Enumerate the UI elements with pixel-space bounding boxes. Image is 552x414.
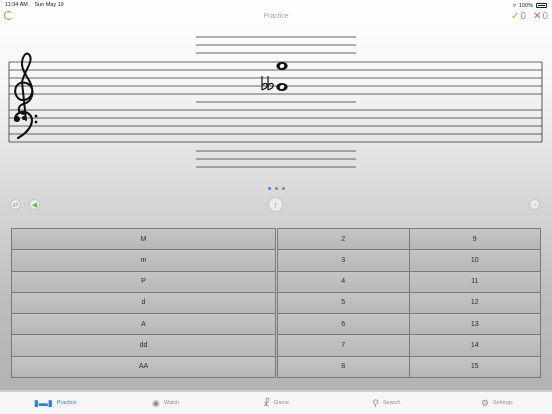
quality-button[interactable]: AA <box>12 356 275 377</box>
tab-label: Game <box>274 400 290 406</box>
upper-whole-note-icon <box>276 62 288 70</box>
wrong-score: ✕ 0 <box>533 11 548 22</box>
tab-label: Watch <box>163 400 180 406</box>
cross-icon: ✕ <box>533 11 542 22</box>
number-button[interactable]: 12 <box>409 292 540 314</box>
page-dot-2[interactable] <box>275 187 278 190</box>
control-row: ⇄ ◀ ↑ → <box>0 197 552 212</box>
page-dot-3[interactable] <box>282 187 285 190</box>
shuffle-button[interactable]: ⇄ <box>10 199 21 210</box>
tab-search[interactable]: ⚲ Search <box>331 392 441 414</box>
quality-button[interactable]: dd <box>12 335 275 356</box>
number-button[interactable]: 4 <box>278 271 409 292</box>
number-button[interactable]: 2 <box>278 229 409 250</box>
correct-count: 0 <box>520 11 526 22</box>
number-button[interactable]: 15 <box>409 356 540 377</box>
next-button[interactable]: → <box>529 199 540 210</box>
tab-label: Search <box>383 400 401 406</box>
quality-button[interactable]: A <box>12 314 275 335</box>
gear-icon: ⚙ <box>480 397 489 408</box>
number-button[interactable]: 5 <box>278 292 409 314</box>
status-date: Sun May 19 <box>34 2 64 8</box>
number-button[interactable]: 10 <box>409 250 540 271</box>
speaker-button[interactable]: ◀ <box>29 199 40 210</box>
tab-game[interactable]: ☧ Game <box>221 392 331 414</box>
interval-quality-grid: M m P d A dd AA <box>11 228 276 378</box>
number-button[interactable]: 14 <box>409 335 540 356</box>
status-left: 11:34 AM Sun May 19 <box>5 2 69 8</box>
search-icon: ⚲ <box>372 397 379 408</box>
status-bar: 11:34 AM Sun May 19 ▿ 100% <box>0 0 552 10</box>
tab-settings[interactable]: ⚙ Settings <box>442 392 552 414</box>
page-dot-1[interactable] <box>268 187 271 190</box>
up-button[interactable]: ↑ <box>268 197 283 212</box>
checkmark-icon: ✓ <box>511 11 520 22</box>
number-button[interactable]: 13 <box>409 314 540 335</box>
lower-ledger-lines <box>196 150 356 168</box>
tab-bar: ▮▬▮ Practice ◉ Watch ☧ Game ⚲ Search ⚙ S… <box>0 391 552 414</box>
quality-button[interactable]: m <box>12 250 275 271</box>
number-button[interactable]: 6 <box>278 314 409 335</box>
arrow-right-icon: → <box>531 201 538 208</box>
upper-ledger-lines <box>196 36 356 54</box>
lower-whole-note-icon <box>276 83 288 91</box>
page-title: Practice <box>263 13 289 20</box>
treble-staff-lines <box>9 61 542 95</box>
arrow-up-icon: ↑ <box>273 199 278 210</box>
eye-icon: ◉ <box>151 397 160 408</box>
tab-watch[interactable]: ◉ Watch <box>110 392 220 414</box>
quality-button[interactable]: M <box>12 229 275 250</box>
quality-button[interactable]: P <box>12 271 275 292</box>
tab-label: Settings <box>492 400 513 406</box>
trophy-icon: ☧ <box>262 397 271 408</box>
status-time: 11:34 AM <box>5 2 28 8</box>
correct-score: ✓ 0 <box>511 11 526 22</box>
status-right: ▿ 100% <box>513 2 547 9</box>
wrong-count: 0 <box>542 11 548 22</box>
number-button[interactable]: 9 <box>409 229 540 250</box>
interval-number-grid: 2 9 3 10 4 11 5 12 6 13 7 14 8 15 <box>277 228 541 378</box>
top-bar: Practice ✓ 0 ✕ 0 <box>0 10 552 26</box>
number-button[interactable]: 3 <box>278 250 409 271</box>
staff-svg <box>8 36 543 168</box>
wifi-icon: ▿ <box>512 3 516 9</box>
bass-staff-lines <box>9 109 542 143</box>
battery-icon <box>536 3 547 8</box>
tab-label: Practice <box>56 400 77 406</box>
number-button[interactable]: 7 <box>278 335 409 356</box>
number-button[interactable]: 8 <box>278 356 409 377</box>
speaker-icon: ◀ <box>31 201 38 209</box>
battery-percent: 100% <box>518 2 533 9</box>
tab-practice[interactable]: ▮▬▮ Practice <box>0 392 110 414</box>
number-button[interactable]: 11 <box>409 271 540 292</box>
page-indicator[interactable] <box>268 187 285 190</box>
grand-staff <box>0 30 552 180</box>
quality-button[interactable]: d <box>12 292 275 314</box>
dumbbell-icon: ▮▬▮ <box>33 397 53 408</box>
shuffle-icon: ⇄ <box>12 201 19 209</box>
